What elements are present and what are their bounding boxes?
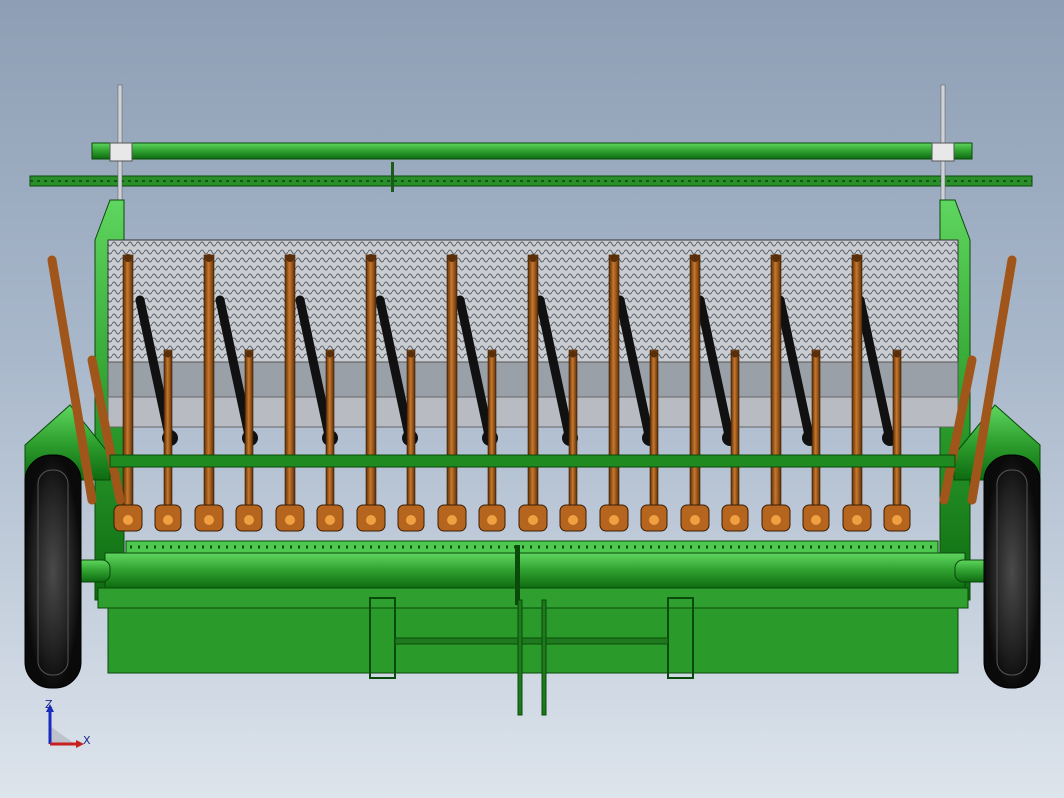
axis-triad: Z X (40, 696, 100, 756)
top-rail (29, 84, 1033, 206)
seed-drill-model[interactable] (0, 0, 1064, 798)
right-wheel (983, 454, 1041, 689)
left-wheel (24, 454, 82, 689)
z-axis-label: Z (45, 698, 53, 711)
x-axis-label: X (83, 734, 91, 747)
model-viewport[interactable]: Z X (0, 0, 1064, 798)
